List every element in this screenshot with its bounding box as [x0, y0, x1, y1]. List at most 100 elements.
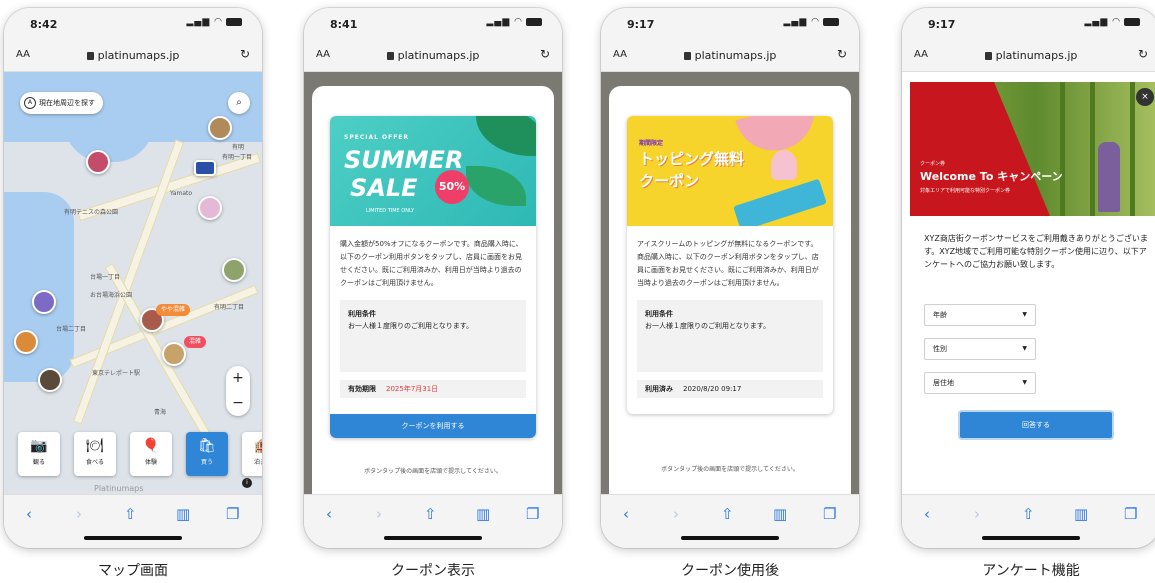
- bus-icon[interactable]: [194, 160, 216, 176]
- forward-icon[interactable]: ›: [76, 505, 82, 523]
- bookmarks-icon[interactable]: ▥: [1074, 505, 1088, 523]
- category-bar: 📷観る 🍽食べる 🎈体験 🛍買う 🏨泊まる: [12, 432, 262, 480]
- search-icon[interactable]: ⌕: [228, 92, 250, 114]
- home-indicator: [681, 536, 779, 540]
- share-icon[interactable]: ⇧: [721, 505, 734, 523]
- forward-icon[interactable]: ›: [974, 505, 980, 523]
- back-icon[interactable]: ‹: [623, 505, 629, 523]
- category-experience[interactable]: 🎈 体験: [130, 432, 172, 476]
- used-datetime: 2020/8/20 09:17: [683, 385, 742, 393]
- map-label: 台場二丁目: [56, 326, 87, 333]
- reload-icon[interactable]: ↻: [540, 47, 550, 61]
- search-nearby-button[interactable]: A 現在地周辺を探す: [20, 92, 103, 114]
- url-bar[interactable]: AA platinumaps.jp ↻: [902, 38, 1155, 72]
- poi-marker[interactable]: [222, 258, 246, 282]
- bookmarks-icon[interactable]: ▥: [476, 505, 490, 523]
- age-select[interactable]: 年齢 ▼: [924, 304, 1036, 326]
- survey-intro: XYZ商店街クーポンサービスをご利用戴きありがとうございます。XYZ地域でご利用…: [924, 234, 1148, 269]
- browser-toolbar: ‹ › ⇧ ▥ ❐: [304, 494, 562, 548]
- share-icon[interactable]: ⇧: [1022, 505, 1035, 523]
- poi-marker[interactable]: [162, 342, 186, 366]
- building-icon: 🏨: [242, 438, 262, 454]
- conditions-body: お一人様１度限りのご利用となります。: [348, 322, 474, 330]
- back-icon[interactable]: ‹: [326, 505, 332, 523]
- lock-icon: [86, 52, 94, 60]
- poi-marker[interactable]: [32, 290, 56, 314]
- coupon-sheet: SPECIAL OFFER SUMMER SALE 50% LIMITED TI…: [312, 86, 554, 494]
- signal-wifi-battery-icon: ▂▄▆ ◠: [784, 17, 839, 27]
- map-label: 有明テニスの森公園: [64, 209, 119, 216]
- kimono-person-illustration: [1098, 142, 1120, 212]
- category-see[interactable]: 📷 観る: [18, 432, 60, 476]
- poi-marker[interactable]: [14, 330, 38, 354]
- tabs-icon[interactable]: ❐: [823, 505, 836, 523]
- chevron-down-icon: ▼: [1022, 345, 1027, 352]
- tabs-icon[interactable]: ❐: [226, 505, 239, 523]
- banner-discount-badge: 50%: [435, 170, 469, 204]
- chevron-down-icon: ▼: [1022, 379, 1027, 386]
- bookmarks-icon[interactable]: ▥: [176, 505, 190, 523]
- lock-icon: [984, 52, 992, 60]
- poi-marker[interactable]: [208, 116, 232, 140]
- bamboo-decoration: [1090, 82, 1095, 216]
- category-eat[interactable]: 🍽 食べる: [74, 432, 116, 476]
- use-coupon-button[interactable]: クーポンを利用する: [330, 414, 536, 438]
- signal-wifi-battery-icon: ▂▄▆ ◠: [187, 17, 242, 27]
- gender-select[interactable]: 性別 ▼: [924, 338, 1036, 360]
- info-icon[interactable]: i: [242, 478, 252, 488]
- reload-icon[interactable]: ↻: [240, 47, 250, 61]
- phone-survey-screen: 9:17 ▂▄▆ ◠ AA platinumaps.jp ↻ クーポン券 Wel…: [902, 8, 1155, 548]
- tabs-icon[interactable]: ❐: [1124, 505, 1137, 523]
- leaf-decoration: [476, 116, 536, 156]
- residence-select[interactable]: 居住地 ▼: [924, 372, 1036, 394]
- share-icon[interactable]: ⇧: [124, 505, 137, 523]
- url-text: platinumaps.jp: [902, 49, 1155, 62]
- zoom-out-button[interactable]: −: [226, 391, 250, 416]
- perforation: [627, 406, 833, 414]
- close-icon[interactable]: ×: [1136, 88, 1154, 106]
- poi-marker[interactable]: [38, 368, 62, 392]
- signal-wifi-battery-icon: ▂▄▆ ◠: [487, 17, 542, 27]
- back-icon[interactable]: ‹: [26, 505, 32, 523]
- crowd-tag-moderate: やや混雑: [156, 304, 191, 316]
- phone-map-screen: 8:42 ▂▄▆ ◠ AA platinumaps.jp ↻ 有明 有明一丁目 …: [4, 8, 262, 548]
- map-view[interactable]: 有明 有明一丁目 有明テニスの森公園 台場一丁目 お台場海浜公園 台場二丁目 東…: [4, 72, 262, 494]
- banner-title-2: SALE: [350, 174, 418, 202]
- bookmarks-icon[interactable]: ▥: [773, 505, 787, 523]
- status-time: 9:17: [627, 18, 655, 31]
- reload-icon[interactable]: ↻: [837, 47, 847, 61]
- ice-cream-illustration: [771, 150, 797, 180]
- category-stay[interactable]: 🏨泊まる: [242, 432, 262, 476]
- back-icon[interactable]: ‹: [924, 505, 930, 523]
- url-bar[interactable]: AA platinumaps.jp ↻: [601, 38, 859, 72]
- map-canvas[interactable]: 有明 有明一丁目 有明テニスの森公園 台場一丁目 お台場海浜公園 台場二丁目 東…: [4, 72, 262, 494]
- forward-icon[interactable]: ›: [673, 505, 679, 523]
- status-bar: 8:41 ▂▄▆ ◠: [304, 8, 562, 38]
- banner-title-1: トッピング無料: [639, 150, 745, 168]
- forward-icon[interactable]: ›: [376, 505, 382, 523]
- map-label: 有明二丁目: [214, 304, 245, 311]
- coupon-card: 期間限定 トッピング無料 クーポン アイスクリームのトッピングが無料になるクーポ…: [627, 116, 833, 414]
- bamboo-decoration: [1130, 82, 1135, 216]
- url-text: platinumaps.jp: [304, 49, 562, 62]
- coupon-conditions: 利用条件 お一人様１度限りのご利用となります。: [637, 300, 823, 372]
- share-icon[interactable]: ⇧: [424, 505, 437, 523]
- caption-coupon: クーポン表示: [391, 563, 475, 579]
- submit-answer-button[interactable]: 回答する: [960, 412, 1112, 438]
- tabs-icon[interactable]: ❐: [526, 505, 539, 523]
- poi-marker[interactable]: [86, 150, 110, 174]
- category-shop[interactable]: 🛍 買う: [186, 432, 228, 476]
- banner-title-2: クーポン: [639, 172, 700, 190]
- url-bar[interactable]: AA platinumaps.jp ↻: [304, 38, 562, 72]
- chevron-down-icon: ▼: [1022, 311, 1027, 318]
- url-bar[interactable]: AA platinumaps.jp ↻: [4, 38, 262, 72]
- banner-subtitle: 対象エリアで利用可能な特別クーポン券: [920, 188, 1011, 194]
- banner-limited-time: LIMITED TIME ONLY: [366, 208, 415, 214]
- beach-chair-illustration: [733, 178, 827, 226]
- zoom-in-button[interactable]: +: [226, 366, 250, 391]
- coupon-used-view: 期間限定 トッピング無料 クーポン アイスクリームのトッピングが無料になるクーポ…: [601, 72, 859, 494]
- poi-marker[interactable]: [198, 196, 222, 220]
- status-time: 8:41: [330, 18, 358, 31]
- map-label: お台場海浜公園: [90, 292, 133, 299]
- reload-icon[interactable]: ↻: [1138, 47, 1148, 61]
